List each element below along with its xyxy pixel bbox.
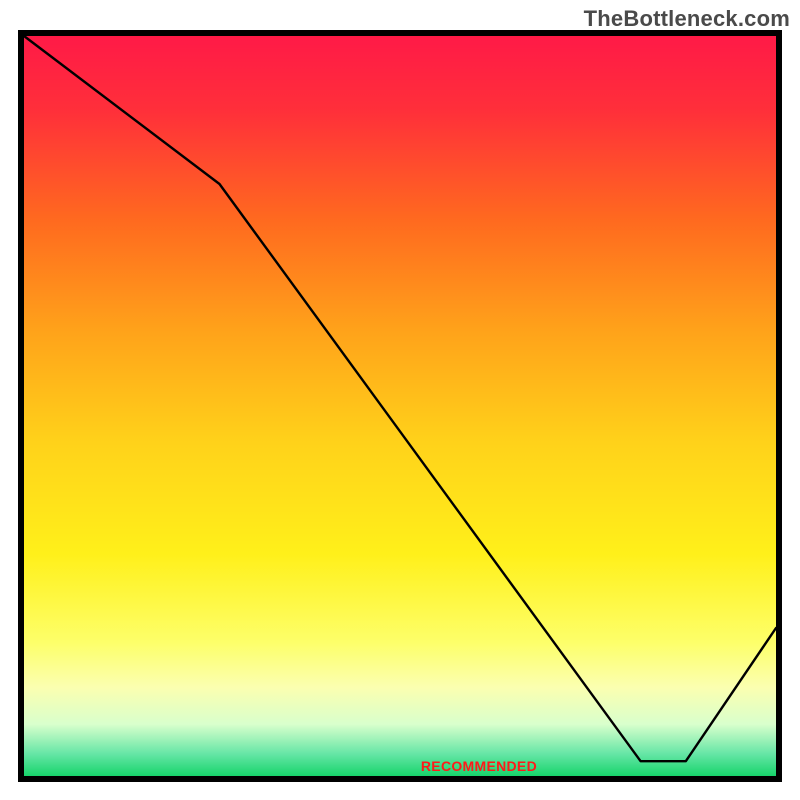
- watermark-text: TheBottleneck.com: [584, 6, 790, 32]
- gradient-background: [24, 36, 776, 776]
- chart-container: TheBottleneck.com RECOMMENDED: [0, 0, 800, 800]
- chart-svg: [0, 0, 800, 800]
- recommended-label: RECOMMENDED: [421, 758, 537, 774]
